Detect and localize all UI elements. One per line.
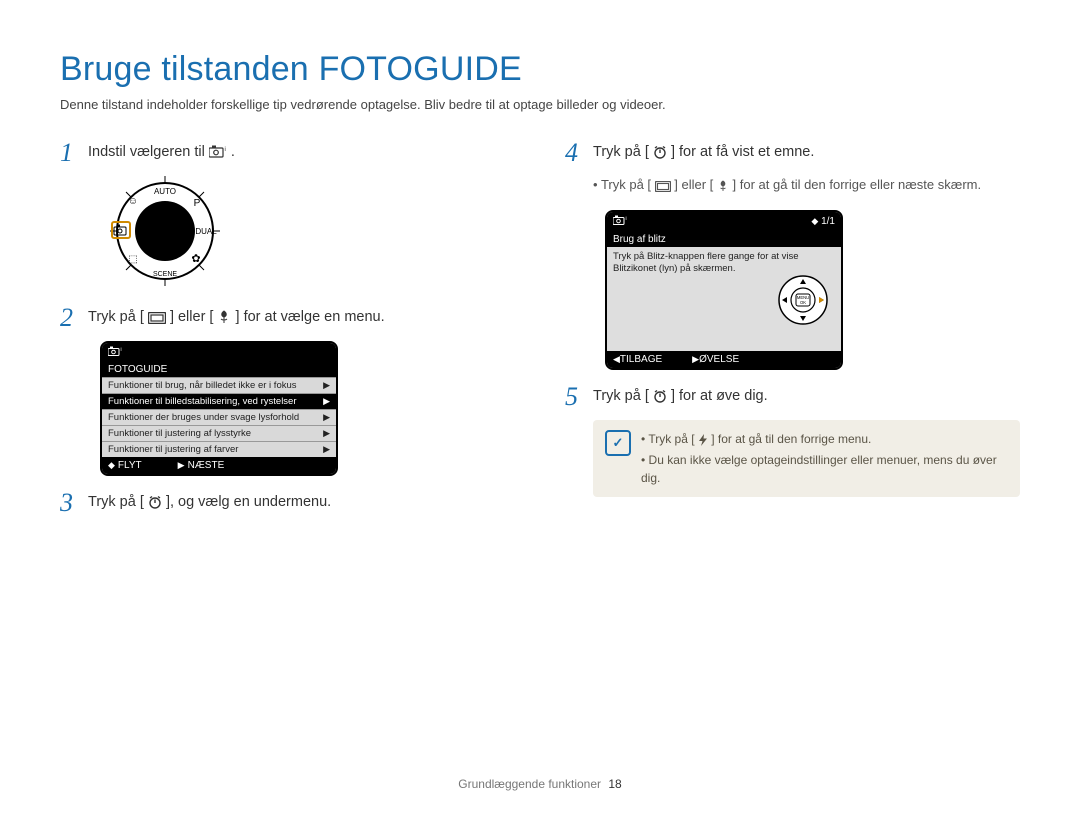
step-text: Tryk på [ ] for at få vist et emne. [593,140,814,163]
step-number: 4 [565,140,593,166]
lcd-head: i [102,343,336,362]
fotoguide-mode-icon: i [209,145,227,163]
page-footer: Grundlæggende funktioner 18 [0,777,1080,791]
triangle-left-icon: ◀ [613,354,620,364]
self-timer-button-icon [148,495,162,513]
step-2-pre: Tryk på [ [88,309,144,325]
svg-text:✿: ✿ [191,253,200,265]
lcd-title: FOTOGUIDE [102,362,336,377]
lcd2-foot-right: ØVELSE [699,354,739,365]
step-3-pre: Tryk på [ [88,494,144,510]
lcd2-foot: ◀TILBAGE ▶ØVELSE [607,351,841,368]
lcd-row: Funktioner der bruges under svage lysfor… [102,409,336,425]
svg-text:⬚: ⬚ [128,254,137,265]
right-column: 4 Tryk på [ ] for at få vist et emne. Tr… [565,140,1020,526]
step-text: Tryk på [ ] eller [ ] for at vælge en me… [88,305,385,328]
page-subtitle: Denne tilstand indeholder forskellige ti… [60,97,1020,112]
flash-button-icon [698,433,708,451]
fotoguide-mode-icon: i [613,215,627,229]
chevron-right-icon: ▶ [323,396,330,407]
updown-icon: ◆ [811,216,818,226]
step-1-post: . [231,144,235,160]
step-4-bullets: Tryk på [ ] eller [ ] for at gå til den … [593,176,1020,198]
info-icon: ✓ [605,430,631,456]
lcd2-foot-left: TILBAGE [620,354,662,365]
lcd-foot-right: NÆSTE [188,460,225,471]
chevron-right-icon: ▶ [323,444,330,455]
step-number: 5 [565,384,593,410]
step-3-post: ], og vælg en undermenu. [166,494,331,510]
step-1-pre: Indstil vælgeren til [88,144,209,160]
step-text: Tryk på [ ] for at øve dig. [593,384,768,407]
five-way-controller-icon: MENU OK [777,274,829,331]
step-1: 1 Indstil vælgeren til i . [60,140,515,166]
step-5: 5 Tryk på [ ] for at øve dig. [565,384,1020,410]
svg-text:SCENE: SCENE [153,271,177,278]
lcd-foot: ◆FLYT ▶NÆSTE [102,457,336,474]
step-number: 3 [60,490,88,516]
step-number: 1 [60,140,88,166]
footer-page-number: 18 [608,777,621,791]
self-timer-button-icon [653,389,667,407]
left-column: 1 Indstil vælgeren til i . [60,140,515,526]
step-2-mid: ] eller [ [170,309,214,325]
lcd-foot-left: FLYT [118,460,142,471]
svg-text:i: i [626,216,627,222]
triangle-right-icon: ▶ [178,460,185,471]
chevron-right-icon: ▶ [323,428,330,439]
lcd-row: Funktioner til brug, når billedet ikke e… [102,377,336,393]
lcd2-title: Brug af blitz [607,232,841,247]
bullet-item: Tryk på [ ] eller [ ] for at gå til den … [593,176,1020,198]
mode-dial-illustration: AUTO P DUAL ✿ SCENE ⬚ ☺ [100,176,515,291]
step-text: Tryk på [ ], og vælg en undermenu. [88,490,331,513]
lcd-menu-illustration: i FOTOGUIDE Funktioner til brug, når bil… [100,341,338,476]
step-2: 2 Tryk på [ ] eller [ ] for at vælge en … [60,305,515,331]
lcd-topic-illustration: i ◆ 1/1 Brug af blitz Tryk på Blitz-knap… [605,210,843,370]
chevron-right-icon: ▶ [323,380,330,391]
lcd2-head: i ◆ 1/1 [607,212,841,232]
svg-text:OK: OK [800,300,806,305]
step-4: 4 Tryk på [ ] for at få vist et emne. [565,140,1020,166]
step-3: 3 Tryk på [ ], og vælg en undermenu. [60,490,515,516]
info-list: Tryk på [ ] for at gå til den forrige me… [641,430,1008,487]
info-item: Tryk på [ ] for at gå til den forrige me… [641,430,1008,451]
step-4-post: ] for at få vist et emne. [671,144,814,160]
svg-text:☺: ☺ [128,196,138,207]
svg-text:AUTO: AUTO [154,187,176,196]
macro-button-icon [717,179,729,198]
step-text: Indstil vælgeren til i . [88,140,235,163]
step-4-pre: Tryk på [ [593,144,649,160]
step-5-pre: Tryk på [ [593,388,649,404]
self-timer-button-icon [653,145,667,163]
display-button-icon [148,312,166,328]
info-item: Du kan ikke vælge optageindstillinger el… [641,451,1008,487]
svg-text:i: i [121,347,122,353]
fotoguide-mode-icon: i [108,346,122,359]
info-box: ✓ Tryk på [ ] for at gå til den forrige … [593,420,1020,497]
footer-section: Grundlæggende funktioner [458,777,601,791]
page-title: Bruge tilstanden FOTOGUIDE [60,50,1020,89]
chevron-right-icon: ▶ [323,412,330,423]
macro-button-icon [217,310,231,328]
step-number: 2 [60,305,88,331]
display-button-icon [655,179,671,198]
lcd-row-selected: Funktioner til billedstabilisering, ved … [102,393,336,409]
step-5-post: ] for at øve dig. [671,388,768,404]
svg-text:i: i [224,147,225,153]
step-2-post: ] for at vælge en menu. [236,309,385,325]
svg-text:DUAL: DUAL [195,227,217,236]
lcd-rows: Funktioner til brug, når billedet ikke e… [102,377,336,457]
lcd-row: Funktioner til justering af lysstyrke▶ [102,425,336,441]
svg-text:P: P [194,198,201,209]
lcd-row: Funktioner til justering af farver▶ [102,441,336,457]
updown-icon: ◆ [108,460,115,471]
page-indicator: ◆ 1/1 [811,216,835,227]
